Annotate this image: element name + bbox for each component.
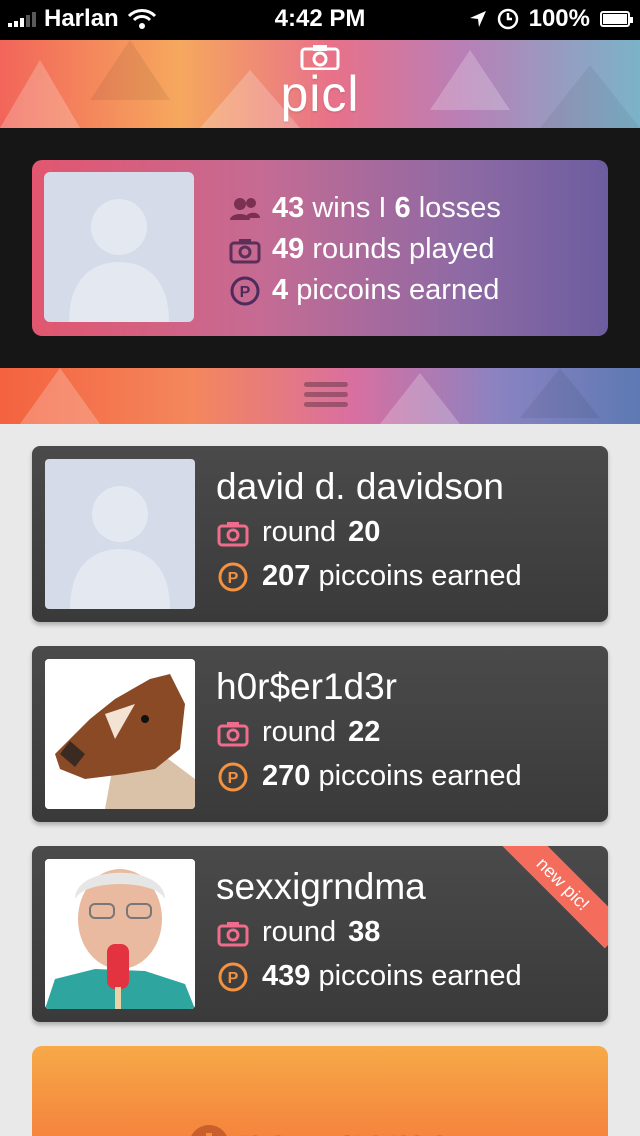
- new-game-button[interactable]: new game: [32, 1046, 608, 1136]
- piccoin-icon: P: [218, 962, 248, 991]
- new-pic-badge: new pic!: [498, 846, 608, 949]
- round-info: round 22: [216, 716, 380, 749]
- person-silhouette-icon: [69, 199, 169, 322]
- avatar-placeholder: [45, 459, 195, 609]
- new-game-label: new game: [239, 1120, 452, 1136]
- avatar-horse-mask-photo: [45, 659, 195, 809]
- opponent-name: h0r$er1d3r: [216, 666, 398, 707]
- app-header: picl: [0, 40, 640, 128]
- piccoin-icon: P: [218, 762, 248, 791]
- opponent-name: sexxigrndma: [216, 866, 426, 907]
- menu-bar: [0, 368, 640, 424]
- camera-icon: [217, 921, 249, 946]
- game-card[interactable]: david d. davidson round 20 P 207 piccoins…: [32, 446, 608, 622]
- app-logo: picl: [0, 44, 640, 122]
- piccoin-icon: P: [230, 276, 260, 305]
- opponent-name: david d. davidson: [216, 466, 504, 507]
- avatar-placeholder[interactable]: [44, 172, 194, 322]
- piccoins-info: P 207 piccoins earned: [216, 560, 522, 593]
- svg-text:P: P: [228, 970, 239, 987]
- users-icon: [230, 197, 260, 220]
- camera-icon: [229, 238, 261, 263]
- app-name: picl: [280, 66, 360, 122]
- plus-icon: [188, 1125, 229, 1136]
- game-card[interactable]: sexxigrndma round 38 P 439 piccoins earne…: [32, 846, 608, 1022]
- battery-percent: 100%: [528, 5, 590, 32]
- camera-icon: [217, 521, 249, 546]
- alarm-clock-icon: [497, 8, 518, 30]
- game-card[interactable]: h0r$er1d3r round 22 P 270 piccoins earned: [32, 646, 608, 822]
- profile-card[interactable]: 43 wins I 6 losses 49 rounds played P 4 …: [32, 160, 608, 336]
- piccoin-icon: P: [218, 562, 248, 591]
- status-bar: Harlan 4:42 PM 100%: [0, 0, 640, 40]
- hamburger-menu-icon[interactable]: [304, 382, 348, 408]
- battery-icon: [600, 11, 633, 27]
- round-info: round 20: [216, 516, 380, 549]
- person-silhouette-icon: [70, 486, 170, 609]
- svg-text:P: P: [240, 284, 251, 301]
- location-arrow-icon: [469, 11, 486, 27]
- profile-section: 43 wins I 6 losses 49 rounds played P 4 …: [0, 128, 640, 368]
- svg-text:P: P: [228, 770, 239, 787]
- piccoins-info: P 439 piccoins earned: [216, 960, 522, 993]
- camera-icon: [217, 721, 249, 746]
- svg-text:P: P: [228, 570, 239, 587]
- round-info: round 38: [216, 916, 380, 949]
- stat-rounds: 49 rounds played: [228, 229, 501, 270]
- stat-wins-losses: 43 wins I 6 losses: [228, 188, 501, 229]
- avatar-grandma-photo: [45, 859, 195, 1009]
- piccoins-info: P 270 piccoins earned: [216, 760, 522, 793]
- stat-piccoins: P 4 piccoins earned: [228, 270, 501, 311]
